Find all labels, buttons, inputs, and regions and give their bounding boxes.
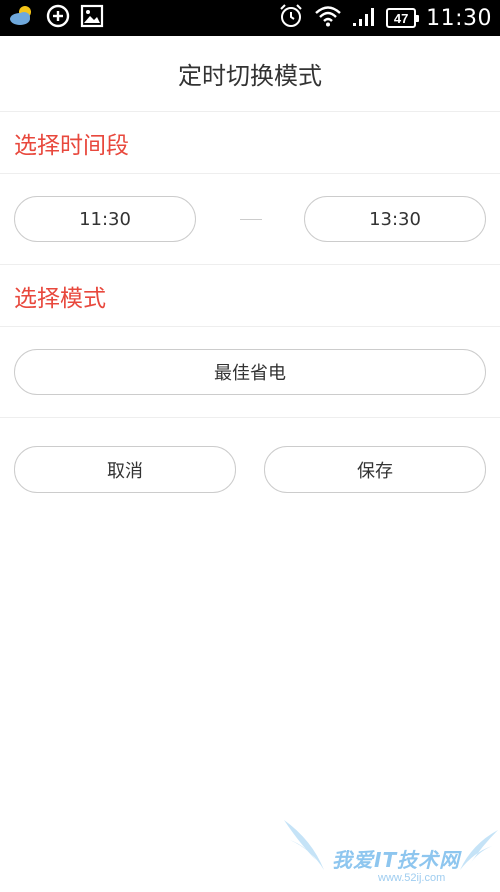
watermark: 我爱IT技术网 www.52ij.com [282,810,500,888]
mode-row: 最佳省电 [0,327,500,418]
signal-icon [352,5,376,31]
add-circle-icon [46,4,70,32]
image-icon [80,4,104,32]
battery-indicator: 47 [386,8,420,28]
alarm-icon [278,3,304,33]
weather-icon [8,4,36,32]
watermark-text: 我爱IT技术网 [332,848,461,872]
section-title-mode: 选择模式 [0,265,500,327]
start-time-button[interactable]: 11:30 [14,196,196,242]
range-separator [240,219,262,220]
wifi-icon [314,5,342,31]
status-bar-notifications [8,4,104,32]
mode-select-button[interactable]: 最佳省电 [14,349,486,395]
cancel-button[interactable]: 取消 [14,446,236,493]
watermark-url: www.52ij.com [378,872,446,884]
status-bar: 47 11:30 [0,0,500,36]
status-bar-system: 47 11:30 [278,0,492,36]
time-range-row: 11:30 13:30 [0,174,500,265]
save-button[interactable]: 保存 [264,446,486,493]
page-title: 定时切换模式 [0,36,500,112]
status-time: 11:30 [426,5,492,31]
section-title-time: 选择时间段 [0,112,500,174]
end-time-button[interactable]: 13:30 [304,196,486,242]
